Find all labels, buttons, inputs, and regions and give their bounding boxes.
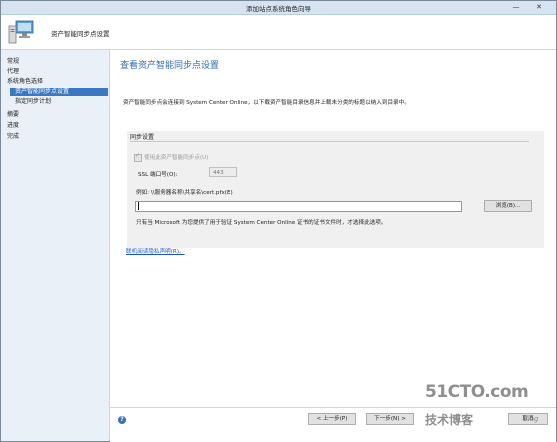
ssl-port-field[interactable]: 443 bbox=[209, 167, 237, 177]
watermark-tech-blog: 技术博客 bbox=[425, 413, 474, 427]
title-bar: 添加站点系统角色向导 — ✕ bbox=[1, 1, 556, 15]
wizard-window: 添加站点系统角色向导 — ✕ 资产智能同步点设置 常规 代理 系统角色选择 资产… bbox=[0, 0, 557, 442]
group-divider bbox=[130, 141, 529, 142]
nav-item-sync-schedule[interactable]: 指定同步计划 bbox=[15, 98, 51, 106]
help-icon[interactable]: ? bbox=[118, 416, 126, 424]
main-content: 查看资产智能同步点设置 资产智能同步点会连接到 System Center On… bbox=[110, 50, 556, 407]
watermark-blog: Blog bbox=[523, 415, 539, 423]
use-sync-point-label: 使用此资产智能同步点(U) bbox=[144, 155, 209, 161]
nav-item-ai-sync-settings[interactable]: 资产智能同步点设置 bbox=[10, 88, 108, 96]
header-text: 资产智能同步点设置 bbox=[51, 30, 110, 38]
computer-wizard-icon bbox=[8, 20, 34, 44]
nav-item-role-selection[interactable]: 系统角色选择 bbox=[7, 78, 43, 86]
cert-path-input[interactable] bbox=[135, 201, 462, 212]
ssl-port-label: SSL 端口号(O): bbox=[138, 172, 178, 178]
browse-button[interactable]: 浏览(B)... bbox=[484, 200, 532, 212]
use-sync-point-checkbox[interactable] bbox=[134, 152, 142, 162]
group-title: 同步设置 bbox=[130, 134, 155, 141]
nav-item-progress[interactable]: 进度 bbox=[7, 122, 19, 130]
wizard-header: 资产智能同步点设置 bbox=[1, 15, 556, 50]
cert-hint-text: 只有当 Microsoft 为您提供了用于验证 System Center On… bbox=[136, 220, 387, 226]
cert-path-example-label: 例如: \\服务器名称\共享名\cert.pfx(E) bbox=[136, 190, 233, 196]
sync-settings-group: 同步设置 使用此资产智能同步点(U) SSL 端口号(O): 443 例如: \… bbox=[127, 131, 544, 248]
minimize-button[interactable]: — bbox=[509, 2, 523, 12]
close-button[interactable]: ✕ bbox=[525, 2, 553, 12]
text-caret bbox=[138, 202, 139, 210]
wizard-footer: ? < 上一步(P) 下一步(N) > 取消 bbox=[110, 407, 556, 442]
privacy-statement-link[interactable]: 联机阅读隐私声明(R)。 bbox=[126, 247, 185, 255]
previous-button[interactable]: < 上一步(P) bbox=[308, 413, 356, 425]
watermark-51cto: 51CTO.com bbox=[425, 382, 529, 402]
window-title: 添加站点系统角色向导 bbox=[246, 5, 311, 13]
page-title: 查看资产智能同步点设置 bbox=[120, 61, 220, 71]
nav-item-general[interactable]: 常规 bbox=[7, 58, 19, 66]
wizard-nav: 常规 代理 系统角色选择 资产智能同步点设置 指定同步计划 摘要 进度 完成 bbox=[1, 50, 110, 441]
nav-item-completion[interactable]: 完成 bbox=[7, 133, 19, 141]
nav-item-summary[interactable]: 摘要 bbox=[7, 111, 19, 119]
nav-item-proxy[interactable]: 代理 bbox=[7, 68, 19, 76]
page-description: 资产智能同步点会连接到 System Center Online，以下载资产智能… bbox=[123, 100, 410, 106]
next-button[interactable]: 下一步(N) > bbox=[366, 413, 414, 425]
